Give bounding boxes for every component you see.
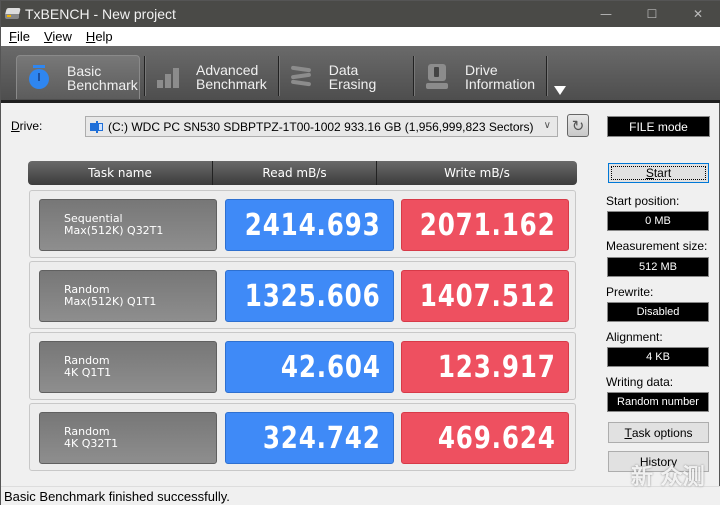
mode-indicator: FILE mode <box>607 116 710 137</box>
refresh-drive-button[interactable]: ↻ <box>567 114 589 137</box>
write-result: 469.624 <box>401 412 569 464</box>
toolbar-separator <box>144 56 146 96</box>
read-result: 324.742 <box>225 412 394 464</box>
task-name-button[interactable]: Random 4K Q1T1 <box>39 341 217 393</box>
toolbar-separator <box>413 56 415 96</box>
bar-chart-icon <box>156 64 182 90</box>
app-window: TxBENCH - New project — ☐ ✕ File View He… <box>0 0 720 505</box>
write-result: 2071.162 <box>401 199 569 251</box>
task-options-button[interactable]: Task options <box>608 422 709 443</box>
more-tabs-dropdown-icon[interactable] <box>554 86 566 95</box>
chevron-down-icon: ∨ <box>543 120 551 131</box>
title-bar: TxBENCH - New project — ☐ ✕ <box>1 1 720 27</box>
table-row: Sequential Max(512K) Q32T1 2414.693 2071.… <box>29 190 576 258</box>
close-button[interactable]: ✕ <box>675 1 720 27</box>
drive-select[interactable]: (C:) WDC PC SN530 SDBPTPZ-1T00-1002 933.… <box>85 116 558 137</box>
maximize-button[interactable]: ☐ <box>629 1 675 27</box>
prewrite-field[interactable]: Disabled <box>607 302 709 322</box>
refresh-icon: ↻ <box>571 116 585 135</box>
task-name-button[interactable]: Sequential Max(512K) Q32T1 <box>39 199 217 251</box>
table-row: Random 4K Q32T1 324.742 469.624 <box>29 403 576 471</box>
alignment-field[interactable]: 4 KB <box>607 347 709 367</box>
start-position-field[interactable]: 0 MB <box>607 211 709 231</box>
write-result: 123.917 <box>401 341 569 393</box>
table-row: Random 4K Q1T1 42.604 123.917 <box>29 332 576 400</box>
tab-advanced-benchmark[interactable]: Advanced Benchmark <box>156 55 276 99</box>
alignment-label: Alignment: <box>606 330 663 344</box>
writing-data-label: Writing data: <box>606 375 674 389</box>
drive-info-icon <box>425 64 451 90</box>
tab-data-erasing[interactable]: Data Erasing <box>289 55 409 99</box>
task-name-button[interactable]: Random Max(512K) Q1T1 <box>39 270 217 322</box>
header-read: Read mB/s <box>213 161 377 185</box>
prewrite-label: Prewrite: <box>606 285 654 299</box>
drive-label: Drive: <box>11 119 43 133</box>
start-position-label: Start position: <box>606 194 680 208</box>
results-table-header: Task name Read mB/s Write mB/s <box>28 161 577 185</box>
start-button[interactable]: Start <box>608 163 709 183</box>
toolbar-separator <box>278 56 280 96</box>
spring-icon <box>289 64 315 90</box>
writing-data-field[interactable]: Random number <box>607 392 709 412</box>
tab-basic-benchmark[interactable]: Basic Benchmark <box>16 55 140 99</box>
task-name-button[interactable]: Random 4K Q32T1 <box>39 412 217 464</box>
header-write: Write mB/s <box>444 166 510 180</box>
tab-drive-information[interactable]: Drive Information <box>425 55 545 99</box>
menu-file[interactable]: File <box>1 29 36 44</box>
app-logo-icon <box>5 8 21 20</box>
read-result: 42.604 <box>225 341 394 393</box>
read-result: 2414.693 <box>225 199 394 251</box>
write-result: 1407.512 <box>401 270 569 322</box>
history-button[interactable]: History <box>608 451 709 472</box>
drive-select-value: (C:) WDC PC SN530 SDBPTPZ-1T00-1002 933.… <box>108 119 534 134</box>
menu-help[interactable]: Help <box>78 29 119 44</box>
measurement-size-label: Measurement size: <box>606 239 708 253</box>
status-message: Basic Benchmark finished successfully. <box>4 489 230 504</box>
header-task-name: Task name <box>28 161 213 185</box>
toolbar-separator <box>546 56 548 96</box>
table-row: Random Max(512K) Q1T1 1325.606 1407.512 <box>29 261 576 329</box>
stopwatch-icon <box>27 64 53 91</box>
read-result: 1325.606 <box>225 270 394 322</box>
menu-bar: File View Help <box>1 27 720 46</box>
main-toolbar: Basic Benchmark Advanced Benchmark Data Er… <box>1 46 720 103</box>
drive-icon <box>90 120 104 133</box>
minimize-button[interactable]: — <box>583 1 629 27</box>
measurement-size-field[interactable]: 512 MB <box>607 257 709 277</box>
window-title: TxBENCH - New project <box>25 6 176 22</box>
menu-view[interactable]: View <box>36 29 78 44</box>
status-bar: Basic Benchmark finished successfully. <box>1 486 720 505</box>
